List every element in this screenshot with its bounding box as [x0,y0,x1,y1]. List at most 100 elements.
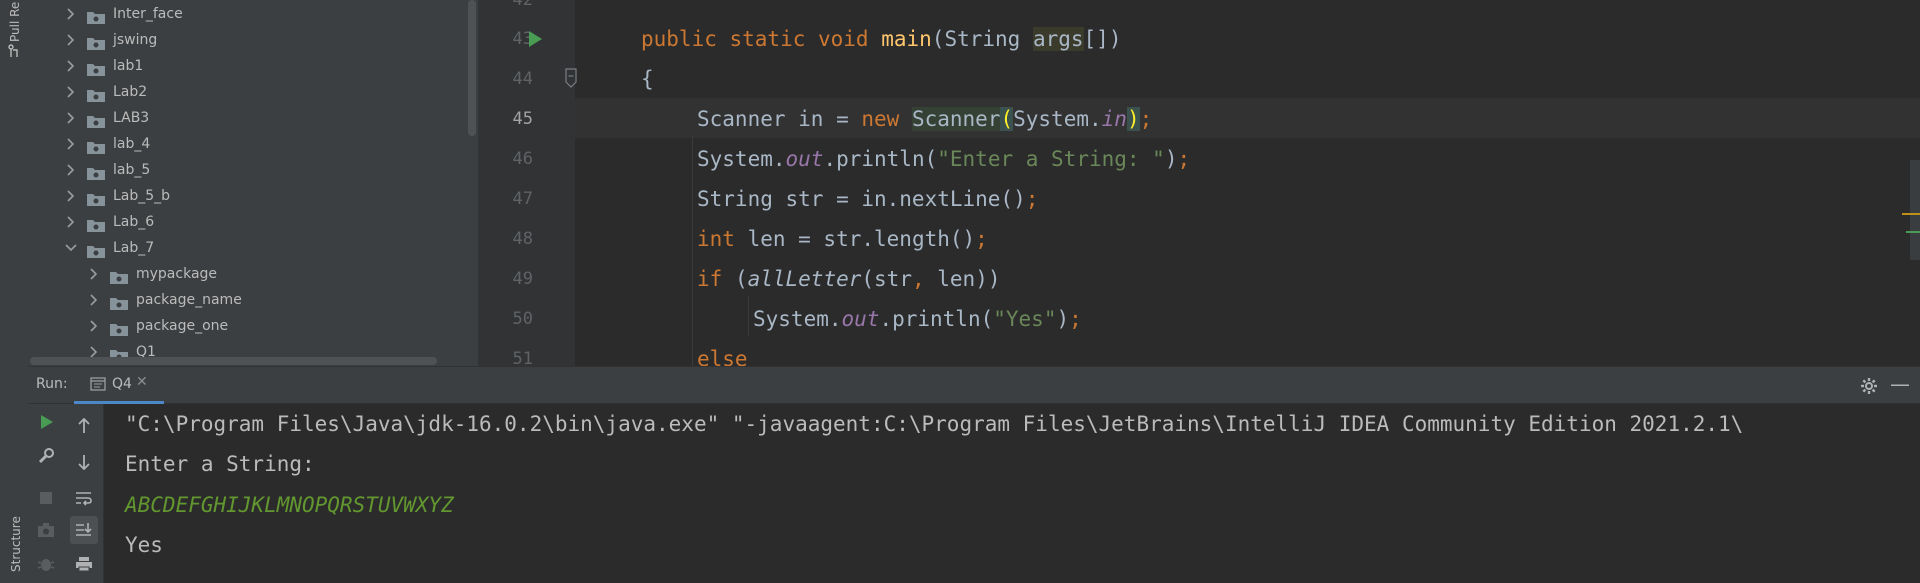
scroll-to-end-button[interactable] [70,516,98,544]
tree-item[interactable]: Lab_5_b [28,184,468,208]
run-tab-q4[interactable]: Q4 ✕ [74,367,164,404]
printer-icon [76,557,92,572]
package-folder-icon [87,34,105,50]
arrow-down-icon [78,455,90,470]
chevron-right-icon[interactable] [86,262,102,286]
close-tab-icon[interactable]: ✕ [136,374,148,390]
soft-wrap-button[interactable] [70,484,98,512]
run-toolbar [28,404,104,583]
line-number: 44 [512,69,533,89]
line-number: 47 [512,189,533,209]
tree-item[interactable]: lab_4 [28,132,468,156]
tree-item[interactable]: package_name [28,288,468,312]
package-folder-icon [87,112,105,128]
structure-tab[interactable]: Structure [0,500,28,583]
scroll-down-button[interactable] [70,448,98,476]
chevron-right-icon[interactable] [63,106,79,130]
chevron-right-icon[interactable] [63,28,79,52]
package-folder-icon [87,164,105,180]
pull-requests-tab[interactable]: Pull Re [0,0,28,60]
run-tab-label: Q4 [112,376,132,392]
tree-item-label: LAB3 [113,110,150,126]
tree-item-label: Inter_face [113,6,183,22]
tree-item[interactable]: package_one [28,314,468,338]
editor-gutter: 42 43 44 45 46 47 48 49 50 51 [478,0,578,366]
tree-item[interactable]: Lab2 [28,80,468,104]
stop-icon [40,492,52,504]
tree-item[interactable]: Lab_7 [28,236,468,260]
tree-vertical-scrollbar[interactable] [468,0,476,136]
run-gutter-icon[interactable] [527,30,543,48]
package-folder-icon [110,268,128,284]
arrow-up-icon [78,418,90,433]
project-tree: Inter_facejswing lab1 Lab2 LAB3 lab_4 lab_5 La… [28,0,478,366]
tree-item-label: lab_5 [113,162,151,178]
code-line-43: public static void main(String args[]) [641,27,1122,51]
debug-button[interactable] [32,550,60,578]
minimize-icon[interactable]: — [1890,372,1910,396]
dump-threads-button[interactable] [32,516,60,544]
line-number: 49 [512,269,533,289]
console-output-line: Yes [125,533,163,557]
play-icon [41,415,53,429]
tree-item[interactable]: Inter_face [28,2,468,26]
chevron-right-icon[interactable] [63,158,79,182]
tree-item-label: lab_4 [113,136,151,152]
chevron-right-icon[interactable] [63,132,79,156]
code-editor[interactable]: 42 43 44 45 46 47 48 49 50 51 public sta… [478,0,1920,366]
tree-horizontal-scrollbar[interactable] [30,357,437,365]
chevron-right-icon[interactable] [63,184,79,208]
tree-item-label: Lab_5_b [113,188,171,204]
tree-item[interactable]: LAB3 [28,106,468,130]
package-folder-icon [87,86,105,102]
gear-icon[interactable] [1860,377,1878,395]
chevron-right-icon[interactable] [63,80,79,104]
line-number: 51 [512,349,533,366]
stop-button[interactable] [32,484,60,512]
run-console[interactable]: "C:\Program Files\Java\jdk-16.0.2\bin\ja… [104,404,1920,583]
tree-item-label: Lab2 [113,84,148,100]
code-line-44: { [641,67,654,91]
chevron-right-icon[interactable] [63,54,79,78]
package-folder-icon [87,216,105,232]
code-line-45: Scanner in = new Scanner(System.in); [697,107,1153,131]
print-button[interactable] [70,550,98,578]
scroll-to-end-icon [76,523,92,536]
modify-config-button[interactable] [32,442,60,470]
indent-guide [692,136,693,366]
wrench-icon [38,448,54,464]
chevron-down-icon[interactable] [63,236,79,260]
run-panel-header: Run: Q4 ✕ — [28,366,1920,404]
package-folder-icon [110,294,128,310]
tree-item[interactable]: Lab_6 [28,210,468,234]
tree-item[interactable]: mypackage [28,262,468,286]
code-line-46: System.out.println("Enter a String: "); [697,147,1191,171]
code-line-47: String str = in.nextLine(); [697,187,1039,211]
tree-item-label: package_one [136,318,229,334]
tree-item[interactable]: lab_5 [28,158,468,182]
camera-icon [38,523,54,537]
chevron-right-icon[interactable] [63,210,79,234]
editor-scrollbar[interactable] [1910,160,1920,260]
bug-icon [37,559,55,571]
tree-item-label: lab1 [113,58,144,74]
tree-item[interactable]: jswing [28,28,468,52]
tree-item[interactable]: lab1 [28,54,468,78]
chevron-right-icon[interactable] [86,314,102,338]
chevron-right-icon[interactable] [86,288,102,312]
scroll-up-button[interactable] [70,412,98,440]
console-icon [90,377,106,391]
line-number: 50 [512,309,533,329]
fold-marker-icon[interactable] [564,68,578,90]
pull-requests-tab-label: Pull Re [8,1,22,42]
soft-wrap-icon [76,492,92,506]
rerun-button[interactable] [32,408,60,436]
package-folder-icon [87,60,105,76]
tree-item-label: mypackage [136,266,218,282]
change-marker[interactable] [1906,231,1920,233]
package-folder-icon [87,190,105,206]
tree-item-label: Lab_6 [113,214,155,230]
warning-marker[interactable] [1902,213,1920,215]
chevron-right-icon[interactable] [63,2,79,26]
line-number-current: 45 [512,109,533,129]
